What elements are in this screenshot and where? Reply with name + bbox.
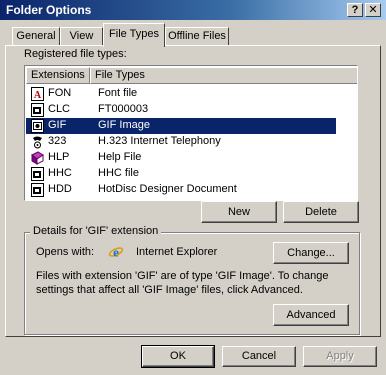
row-file-type: HotDisc Designer Document [98,183,237,195]
apply-button[interactable]: Apply [303,346,377,367]
change-button[interactable]: Change... [273,242,349,264]
help-button[interactable]: ? [347,3,363,17]
row-file-type: HHC file [98,167,139,179]
tab-view[interactable]: View [60,27,103,45]
delete-button[interactable]: Delete [283,201,359,223]
list-item[interactable]: CLC FT000003 [26,102,336,118]
list-item-selected[interactable]: GIF GIF Image [26,118,336,134]
row-extension: FON [48,87,72,99]
details-description-line1: Files with extension 'GIF' are of type '… [36,270,329,282]
details-group-title: Details for 'GIF' extension [30,225,162,237]
list-item[interactable]: HHC HHC file [26,166,336,182]
file-types-list[interactable]: Extensions File Types A FON Font file CL… [24,65,358,201]
internet-explorer-icon: e [108,245,124,260]
column-header-extensions[interactable]: Extensions [26,67,90,84]
details-description-line2: settings that affect all 'GIF Image' fil… [36,284,303,296]
tab-offline-files[interactable]: Offline Files [165,27,229,45]
tab-general[interactable]: General [12,27,60,45]
row-file-type: GIF Image [98,119,150,131]
row-extension: HHC [48,167,72,179]
font-file-icon: A [31,87,44,101]
tab-file-types[interactable]: File Types [103,23,165,47]
list-item[interactable]: 323 H.323 Internet Telephony [26,134,336,150]
generic-app-icon [31,183,44,197]
close-button[interactable]: ✕ [365,3,381,17]
svg-text:A: A [34,90,42,101]
generic-app-icon [31,103,44,117]
list-item[interactable]: HDD HotDisc Designer Document [26,182,336,198]
row-file-type: FT000003 [98,103,149,115]
window-title: Folder Options [6,3,92,17]
column-header-file-types[interactable]: File Types [90,67,357,84]
row-extension: 323 [48,135,67,147]
close-icon: ✕ [368,4,378,16]
opens-with-app: Internet Explorer [136,246,218,258]
row-extension: GIF [48,119,67,131]
advanced-button[interactable]: Advanced [273,304,349,326]
row-file-type: Help File [98,151,142,163]
generic-app-icon [31,167,44,181]
list-item[interactable]: HLP Help File [26,150,336,166]
help-book-icon [31,151,44,165]
svg-text:e: e [113,245,119,260]
row-extension: HDD [48,183,72,195]
cancel-button[interactable]: Cancel [222,346,296,367]
list-item[interactable]: A FON Font file [26,86,336,102]
row-file-type: Font file [98,87,138,99]
row-extension: CLC [48,103,71,115]
row-extension: HLP [48,151,70,163]
row-file-type: H.323 Internet Telephony [98,135,221,147]
registered-file-types-label: Registered file types: [24,48,127,60]
new-button[interactable]: New [201,201,277,223]
opens-with-label: Opens with: [36,246,95,258]
ok-button[interactable]: OK [141,345,215,368]
telephony-icon [33,136,42,149]
image-file-icon [31,119,44,133]
